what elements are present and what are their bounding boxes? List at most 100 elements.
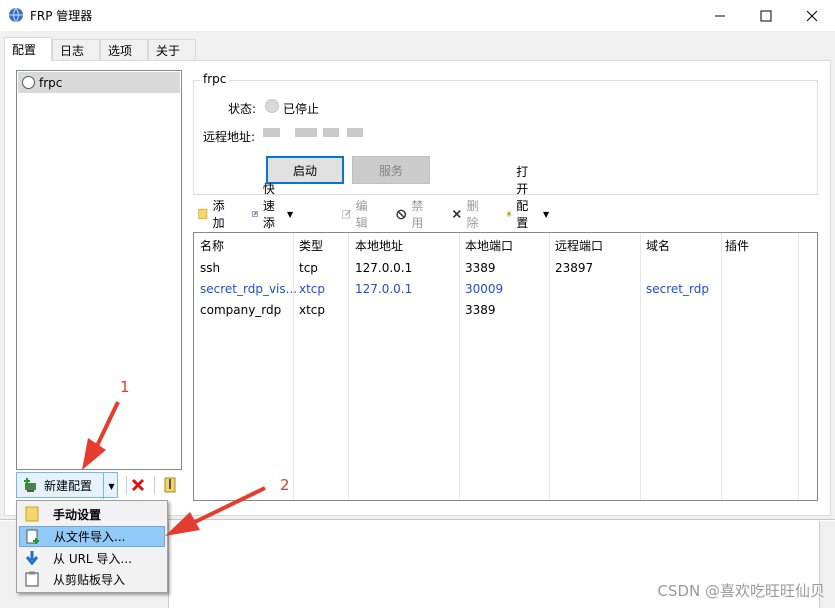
config-actions-bar: 新建配置 ▼ (16, 472, 186, 499)
table-cell[interactable]: xtcp (299, 282, 325, 296)
remote-address-label: 远程地址: (203, 130, 256, 144)
delete-config-icon[interactable] (130, 477, 146, 493)
redacted-address (295, 128, 317, 137)
table-cell[interactable]: xtcp (299, 303, 325, 317)
new-config-dropdown[interactable]: ▼ (103, 473, 119, 499)
column-divider (721, 233, 722, 500)
annotation-label-1: 1 (120, 378, 130, 396)
open-config-file-button[interactable]: 打开配置文件 ▼ (507, 165, 550, 264)
menu-item-label: 手动设置 (53, 508, 102, 522)
tab-log[interactable]: 日志 (52, 39, 100, 60)
table-cell[interactable]: tcp (299, 261, 318, 275)
file-add-icon (26, 529, 39, 544)
status-radio-icon (22, 76, 35, 89)
column-header[interactable]: 类型 (299, 237, 323, 254)
menu-item-import-clipboard[interactable]: 从剪贴板导入 (19, 569, 165, 590)
block-icon (396, 209, 407, 219)
maximize-icon (760, 10, 772, 21)
minimize-button[interactable] (697, 0, 743, 31)
table-cell[interactable]: 127.0.0.1 (355, 282, 412, 296)
column-divider (640, 233, 641, 500)
table-cell[interactable]: 3389 (465, 261, 496, 275)
tab-config[interactable]: 配置 (4, 37, 52, 61)
delete-proxy-button[interactable]: 删除 (452, 199, 483, 230)
chevron-down-icon: ▼ (108, 481, 115, 491)
menu-item-import-file[interactable]: 从文件导入... (19, 526, 165, 547)
column-divider (293, 233, 294, 500)
column-header[interactable]: 本地地址 (355, 237, 403, 254)
menu-item-label: 从文件导入... (54, 530, 126, 544)
config-list-item[interactable]: frpc (18, 72, 180, 93)
menu-item-label: 从 URL 导入... (53, 552, 132, 566)
column-header[interactable]: 插件 (725, 237, 749, 254)
menu-item-manual[interactable]: 手动设置 (19, 504, 165, 525)
menu-item-import-url[interactable]: 从 URL 导入... (19, 548, 165, 569)
proxy-table[interactable]: 名称 类型 本地地址 本地端口 远程端口 域名 插件 ssh tcp 127.0… (193, 232, 818, 501)
table-cell[interactable]: 23897 (555, 261, 593, 275)
config-item-name: frpc (39, 75, 63, 90)
watermark: CSDN @喜欢吃旺旺仙贝 (657, 582, 825, 600)
minimize-icon (715, 15, 725, 16)
add-config-icon (24, 478, 36, 492)
new-config-label: 新建配置 (44, 478, 93, 493)
status-indicator-icon (265, 99, 279, 113)
folder-icon (198, 208, 208, 220)
annotation-label-2: 2 (280, 476, 290, 494)
clipboard-icon (25, 571, 39, 587)
divider (154, 476, 155, 494)
column-header[interactable]: 名称 (200, 237, 224, 254)
column-divider (459, 233, 460, 500)
app-globe-icon (9, 7, 23, 23)
delete-label: 删除 (466, 199, 479, 230)
edit-icon (342, 210, 351, 219)
table-cell[interactable]: company_rdp (200, 303, 281, 317)
quick-add-button[interactable]: 快速添加 ▼ (252, 182, 294, 247)
chevron-down-icon: ▼ (543, 209, 550, 219)
tab-options[interactable]: 选项 (100, 39, 148, 60)
new-config-button[interactable]: 新建配置 ▼ (16, 472, 119, 499)
open-file-icon (507, 211, 512, 217)
table-cell[interactable]: ssh (200, 261, 220, 275)
tab-about[interactable]: 关于 (148, 39, 196, 60)
chevron-down-icon: ▼ (287, 209, 294, 219)
add-label: 添加 (212, 199, 225, 230)
column-header[interactable]: 远程端口 (555, 237, 603, 254)
maximize-button[interactable] (743, 0, 789, 31)
column-header[interactable]: 本地端口 (465, 237, 513, 254)
redacted-address (347, 128, 363, 137)
config-list[interactable]: frpc (16, 70, 182, 470)
download-arrow-icon (25, 551, 39, 566)
edit-proxy-button[interactable]: 编辑 (342, 199, 372, 230)
redacted-address (323, 128, 339, 137)
redacted-address (263, 128, 280, 137)
column-divider (549, 233, 550, 500)
disable-label: 禁用 (411, 199, 424, 230)
edit-label: 编辑 (355, 199, 368, 230)
close-window-button[interactable] (789, 0, 835, 31)
folder-icon (25, 506, 39, 522)
title-bar: FRP 管理器 (0, 0, 835, 31)
window-title: FRP 管理器 (30, 9, 93, 23)
divider (126, 476, 127, 494)
table-cell[interactable]: 127.0.0.1 (355, 261, 412, 275)
column-divider (348, 233, 349, 500)
table-cell[interactable]: 30009 (465, 282, 503, 296)
zip-file-icon[interactable] (162, 477, 178, 493)
service-button[interactable]: 服务 (352, 156, 430, 184)
table-cell[interactable]: secret_rdp (646, 282, 709, 296)
status-label: 状态: (228, 102, 257, 116)
disable-proxy-button[interactable]: 禁用 (396, 199, 428, 230)
column-divider (798, 233, 799, 500)
shortcut-icon (252, 211, 258, 217)
close-icon (806, 10, 818, 21)
menu-item-label: 从剪贴板导入 (53, 573, 126, 587)
group-title: frpc (200, 72, 230, 86)
table-cell[interactable]: secret_rdp_vis... (200, 282, 297, 296)
new-config-menu: 手动设置 从文件导入... 从 URL 导入... 从剪贴板导入 (16, 500, 168, 593)
column-header[interactable]: 域名 (646, 237, 670, 254)
add-proxy-button[interactable]: 添加 (198, 199, 229, 230)
status-value: 已停止 (283, 102, 320, 116)
table-cell[interactable]: 3389 (465, 303, 496, 317)
delete-icon (452, 209, 461, 219)
frp-manager-window: FRP 管理器 配置 日志 选项 关于 frpc 新建配置 ▼ frpc 状态:… (0, 0, 835, 520)
